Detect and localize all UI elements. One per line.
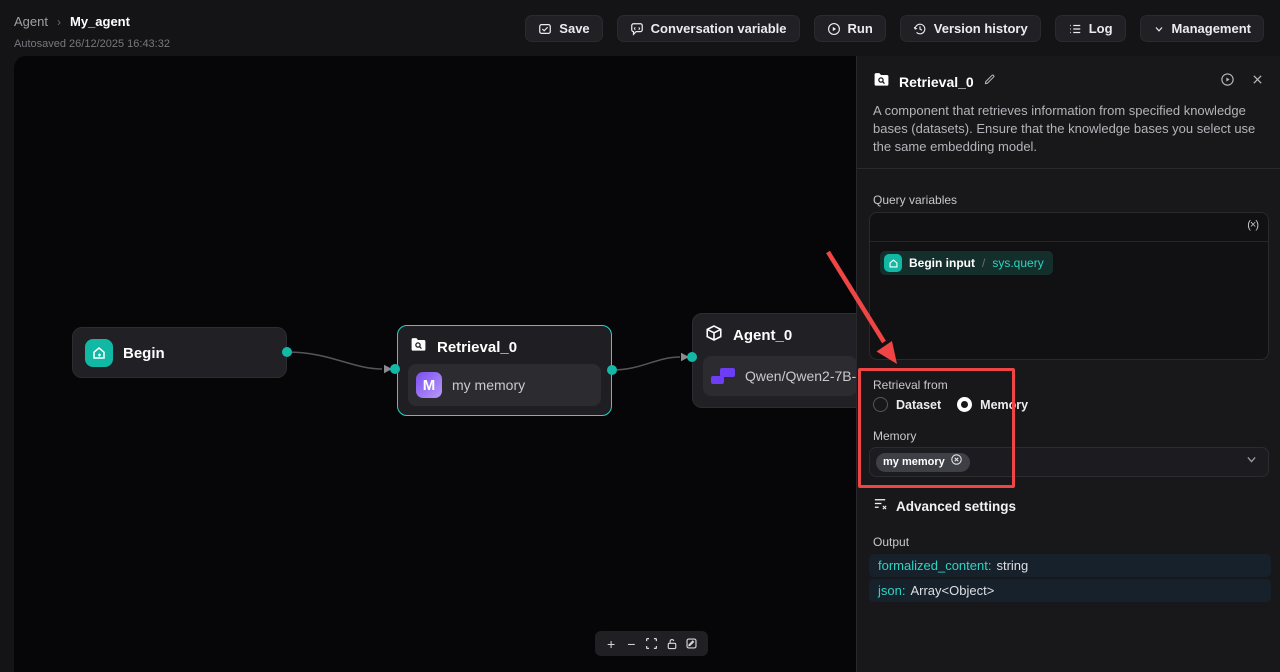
play-circle-icon bbox=[827, 22, 841, 36]
chevron-down-icon bbox=[1245, 453, 1258, 471]
remove-tag-icon[interactable] bbox=[950, 453, 963, 471]
zoom-out-button[interactable]: − bbox=[623, 636, 639, 652]
breadcrumb-agent[interactable]: Agent bbox=[14, 14, 48, 29]
agent-node-title: Agent_0 bbox=[733, 327, 792, 344]
sliders-icon bbox=[873, 496, 888, 516]
qwen-logo-icon bbox=[711, 367, 735, 385]
query-variables-box: (×) Begin input / sys.query bbox=[869, 212, 1269, 360]
advanced-settings-toggle[interactable]: Advanced settings bbox=[873, 496, 1016, 516]
folder-search-icon bbox=[873, 71, 890, 93]
memory-label: Memory bbox=[873, 429, 916, 443]
retrieval-settings-panel: Retrieval_0 A component that retrieves i… bbox=[856, 56, 1280, 672]
memory-select[interactable]: my memory bbox=[869, 447, 1269, 477]
agent-model-item[interactable]: Qwen/Qwen2-7B- bbox=[703, 356, 856, 396]
retrieval-from-label: Retrieval from bbox=[873, 378, 948, 392]
memory-tag: my memory bbox=[876, 453, 970, 472]
lock-icon[interactable] bbox=[664, 636, 680, 652]
save-button[interactable]: Save bbox=[525, 15, 602, 42]
agent-builder-page: Agent › My_agent Autosaved 26/12/2025 16… bbox=[0, 0, 1280, 672]
agent-model-label: Qwen/Qwen2-7B- bbox=[745, 368, 856, 384]
management-button[interactable]: Management bbox=[1140, 15, 1264, 42]
begin-node-title: Begin bbox=[123, 345, 165, 362]
retrieval-memory-item[interactable]: M my memory bbox=[408, 364, 601, 406]
variable-node-name: Begin input bbox=[909, 256, 975, 270]
top-actions: Save Conversation variable Run Version h… bbox=[525, 15, 1264, 42]
retrieval-from-radio-group: Dataset Memory bbox=[873, 397, 1028, 412]
autosave-status: Autosaved 26/12/2025 16:43:32 bbox=[14, 38, 170, 50]
workflow-canvas[interactable]: Begin Retrieval_0 M my memory Agent_0 bbox=[14, 56, 856, 672]
folder-search-icon bbox=[410, 336, 427, 358]
chevron-down-icon bbox=[1153, 23, 1165, 35]
radio-selected-icon[interactable] bbox=[957, 397, 972, 412]
radio-option-dataset[interactable]: Dataset bbox=[873, 397, 941, 412]
list-icon bbox=[1068, 22, 1082, 36]
breadcrumb: Agent › My_agent bbox=[14, 14, 130, 29]
fit-view-icon[interactable] bbox=[643, 636, 659, 652]
query-variable-tag[interactable]: Begin input / sys.query bbox=[880, 251, 1053, 275]
run-node-icon[interactable] bbox=[1220, 72, 1235, 92]
history-icon bbox=[913, 22, 927, 36]
begin-node-icon bbox=[85, 339, 113, 367]
insert-variable-icon[interactable]: (×) bbox=[1247, 219, 1258, 231]
radio-unselected-icon[interactable] bbox=[873, 397, 888, 412]
output-row-json: json: Array<Object> bbox=[869, 579, 1271, 602]
close-icon[interactable] bbox=[1251, 73, 1264, 91]
breadcrumb-separator: › bbox=[57, 15, 61, 29]
zoom-in-button[interactable]: + bbox=[603, 636, 619, 652]
note-icon[interactable] bbox=[684, 636, 700, 652]
panel-divider bbox=[857, 168, 1280, 169]
panel-header: Retrieval_0 bbox=[873, 71, 1264, 93]
variable-separator: / bbox=[982, 256, 985, 270]
panel-description: A component that retrieves information f… bbox=[873, 102, 1267, 156]
retrieval-node-title: Retrieval_0 bbox=[437, 339, 517, 356]
radio-option-memory[interactable]: Memory bbox=[957, 397, 1028, 412]
variable-field-name: sys.query bbox=[992, 256, 1043, 270]
query-variables-label: Query variables bbox=[873, 193, 957, 207]
run-button[interactable]: Run bbox=[814, 15, 886, 42]
panel-title: Retrieval_0 bbox=[899, 74, 974, 90]
memory-avatar: M bbox=[416, 372, 442, 398]
edit-pencil-icon[interactable] bbox=[983, 73, 996, 91]
top-bar: Agent › My_agent Autosaved 26/12/2025 16… bbox=[0, 0, 1280, 56]
breadcrumb-current: My_agent bbox=[70, 14, 130, 29]
conversation-variable-button[interactable]: Conversation variable bbox=[617, 15, 800, 42]
canvas-toolbar: + − bbox=[595, 631, 708, 656]
memory-name-label: my memory bbox=[452, 377, 525, 393]
begin-node-icon bbox=[884, 254, 902, 272]
node-agent[interactable]: Agent_0 Qwen/Qwen2-7B- bbox=[692, 313, 856, 408]
save-icon bbox=[538, 22, 552, 36]
node-retrieval[interactable]: Retrieval_0 M my memory bbox=[397, 325, 612, 416]
log-button[interactable]: Log bbox=[1055, 15, 1126, 42]
output-label: Output bbox=[873, 535, 909, 549]
query-variables-toolbar: (×) bbox=[870, 213, 1268, 242]
output-row-formalized-content: formalized_content: string bbox=[869, 554, 1271, 577]
cube-icon bbox=[705, 324, 723, 347]
node-begin[interactable]: Begin bbox=[72, 327, 287, 378]
chat-bubble-icon bbox=[630, 22, 644, 36]
version-history-button[interactable]: Version history bbox=[900, 15, 1041, 42]
